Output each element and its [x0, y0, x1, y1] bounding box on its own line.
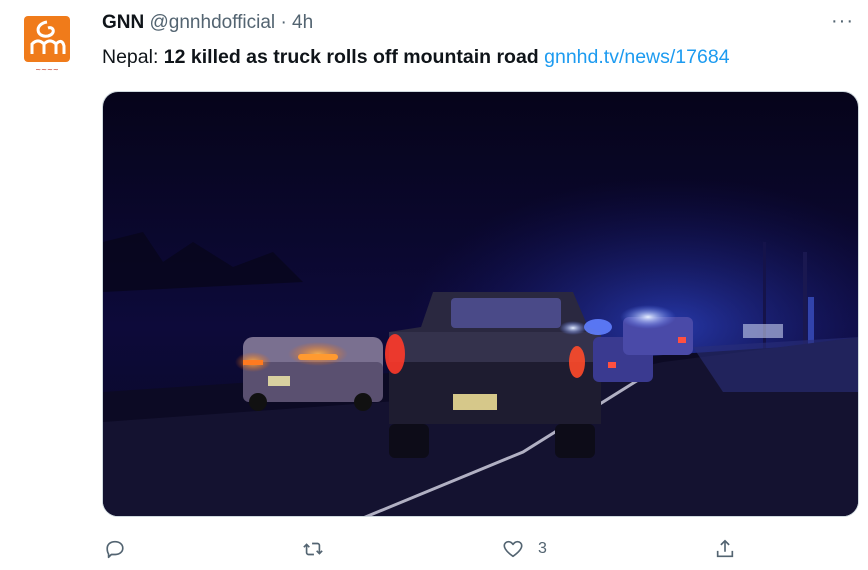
- share-icon: [716, 539, 734, 558]
- author-handle[interactable]: @gnnhdofficial: [150, 12, 276, 33]
- like-button[interactable]: 3: [502, 538, 547, 560]
- tweet-text-headline: 12 killed as truck rolls off mountain ro…: [163, 46, 539, 68]
- author-name[interactable]: GNN: [102, 12, 144, 33]
- tweet-media-image[interactable]: [102, 91, 859, 517]
- tweet-text-prefix: Nepal:: [102, 46, 164, 68]
- separator-dot: ·: [280, 12, 287, 33]
- avatar[interactable]: ~~~~: [22, 14, 74, 76]
- reply-button[interactable]: [104, 538, 126, 560]
- retweet-button[interactable]: [302, 538, 324, 560]
- tweet-time[interactable]: 4h: [292, 12, 313, 33]
- heart-icon: [503, 540, 523, 558]
- like-count: 3: [538, 540, 547, 557]
- tweet-header: GNN @gnnhdofficial · 4h: [102, 11, 313, 35]
- share-button[interactable]: [714, 538, 736, 560]
- tweet-text: Nepal: 12 killed as truck rolls off moun…: [102, 44, 730, 70]
- reply-icon: [106, 540, 124, 559]
- tweet-link[interactable]: gnnhd.tv/news/17684: [544, 46, 729, 68]
- more-options-button[interactable]: ···: [831, 10, 854, 33]
- tweet-actions: 3: [0, 538, 868, 566]
- retweet-icon: [303, 542, 323, 556]
- svg-text:~~~~: ~~~~: [35, 66, 59, 74]
